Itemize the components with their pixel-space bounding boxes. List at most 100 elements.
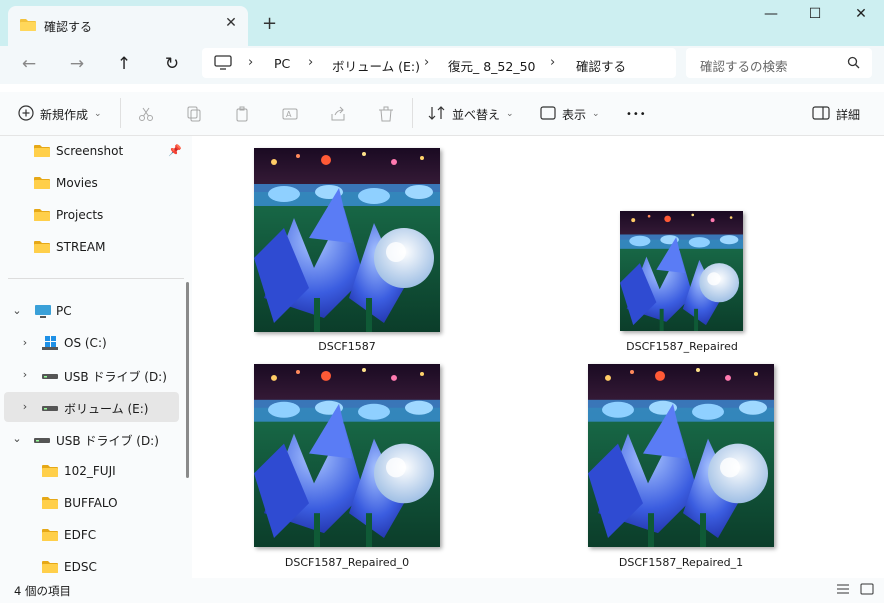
copy-icon[interactable]: [186, 104, 202, 124]
sort-icon: [428, 105, 446, 124]
new-button[interactable]: 新規作成 ⌄: [18, 104, 102, 124]
more-options-icon[interactable]: •••: [626, 104, 647, 124]
close-window-button[interactable]: ✕: [846, 6, 876, 26]
view-button-label: 表示: [562, 107, 587, 122]
up-arrow-icon[interactable]: ↑: [113, 54, 135, 76]
file-name: DSCF1587_Repaired_0: [284, 556, 410, 569]
sidebar-item-usb-d[interactable]: › USB ドライブ (D:): [4, 360, 179, 390]
navigation-bar: ← → ↑ ↻ › PC › ボリューム (E:) › 復元_ 8_52_50 …: [0, 46, 884, 84]
windows-drive-icon: [42, 336, 58, 353]
folder-icon: [20, 18, 36, 35]
rename-icon[interactable]: A: [282, 104, 298, 124]
tab-title: 確認する: [44, 20, 93, 34]
sidebar-item-edsc[interactable]: EDSC: [4, 552, 179, 578]
sidebar-item-buffalo[interactable]: BUFFALO: [4, 488, 179, 518]
breadcrumb-current[interactable]: 確認する: [576, 56, 626, 75]
folder-icon: [34, 176, 50, 193]
drive-icon: [42, 370, 58, 384]
sidebar-item-label: STREAM: [56, 240, 106, 254]
sidebar-item-stream[interactable]: STREAM: [4, 232, 179, 262]
tab-current-folder[interactable]: 確認する ✕: [8, 6, 248, 46]
large-icons-view-icon[interactable]: [860, 583, 876, 597]
status-bar: 4 個の項目: [0, 578, 884, 603]
sidebar-item-pc[interactable]: ⌄ PC: [4, 296, 179, 326]
details-pane-button[interactable]: 詳細: [812, 104, 860, 124]
breadcrumb-restore-folder[interactable]: 復元_ 8_52_50: [448, 56, 536, 75]
item-count: 4 個の項目: [14, 584, 71, 598]
back-arrow-icon[interactable]: ←: [18, 54, 40, 76]
chevron-right-icon[interactable]: ›: [18, 368, 32, 381]
close-tab-icon[interactable]: ✕: [222, 15, 240, 31]
details-view-icon[interactable]: [836, 583, 852, 597]
breadcrumb-separator[interactable]: ›: [308, 55, 313, 70]
search-icon: [847, 56, 860, 72]
file-name: DSCF1587_Repaired: [626, 340, 738, 353]
image-thumbnail: [620, 211, 743, 331]
sidebar-item-label: EDSC: [64, 560, 97, 574]
breadcrumb-separator: ›: [248, 55, 254, 70]
sidebar-scrollbar[interactable]: [186, 282, 189, 478]
chevron-down-icon: ⌄: [506, 109, 514, 119]
chevron-down-icon[interactable]: ⌄: [10, 304, 24, 317]
sidebar-item-label: Projects: [56, 208, 104, 222]
share-icon[interactable]: [330, 104, 346, 124]
sidebar-item-usb-d-expanded[interactable]: ⌄ USB ドライブ (D:): [4, 424, 179, 454]
chevron-right-icon[interactable]: ›: [18, 336, 32, 349]
sidebar-item-label: PC: [56, 304, 72, 318]
breadcrumb-pc[interactable]: PC: [274, 56, 290, 71]
breadcrumb-volume-e[interactable]: ボリューム (E:): [332, 56, 420, 75]
toolbar-divider: [412, 98, 413, 128]
folder-icon: [42, 560, 58, 577]
image-thumbnail: [588, 364, 774, 547]
sidebar-item-102-fuji[interactable]: 102_FUJI: [4, 456, 179, 486]
refresh-icon[interactable]: ↻: [161, 54, 183, 76]
file-list: DSCF1587 DSCF1587_Repaired DSCF1587_Repa…: [196, 136, 884, 578]
sidebar-item-os-c[interactable]: › OS (C:): [4, 328, 179, 358]
cut-icon[interactable]: [138, 104, 154, 124]
sidebar-item-edfc[interactable]: EDFC: [4, 520, 179, 550]
chevron-right-icon[interactable]: ›: [18, 400, 32, 413]
file-name: DSCF1587: [318, 340, 376, 353]
sidebar-item-label: BUFFALO: [64, 496, 118, 510]
delete-icon[interactable]: [378, 104, 394, 124]
plus-circle-icon: [18, 104, 34, 124]
pin-icon: 📌: [168, 144, 182, 157]
file-name: DSCF1587_Repaired_1: [618, 556, 744, 569]
folder-icon: [42, 496, 58, 513]
new-tab-button[interactable]: +: [262, 13, 277, 34]
sidebar-item-projects[interactable]: Projects: [4, 200, 179, 230]
toolbar-divider: [120, 98, 121, 128]
svg-text:A: A: [286, 110, 292, 119]
drive-icon: [42, 402, 58, 416]
sidebar-item-movies[interactable]: Movies: [4, 168, 179, 198]
image-thumbnail: [254, 148, 440, 332]
monitor-icon: [34, 304, 52, 322]
command-bar: 新規作成 ⌄ A 並べ替え ⌄ 表示 ⌄ ••• 詳細: [0, 92, 884, 136]
view-icon: [540, 105, 556, 124]
breadcrumb-separator[interactable]: ›: [424, 55, 429, 70]
navigation-pane: Screenshot 📌 Movies Projects STREAM ⌄ PC…: [0, 136, 192, 578]
sidebar-divider: [8, 278, 184, 279]
drive-icon: [34, 434, 50, 448]
forward-arrow-icon[interactable]: →: [66, 54, 88, 76]
sidebar-item-volume-e[interactable]: › ボリューム (E:): [4, 392, 179, 422]
title-bar: 確認する ✕ + — ☐ ✕: [0, 0, 884, 46]
search-box[interactable]: 確認するの検索: [686, 48, 872, 78]
chevron-down-icon: ⌄: [94, 109, 102, 119]
sort-button[interactable]: 並べ替え ⌄: [428, 104, 514, 124]
sidebar-item-screenshot[interactable]: Screenshot 📌: [4, 136, 182, 166]
details-pane-label: 詳細: [836, 107, 861, 122]
sort-button-label: 並べ替え: [452, 107, 501, 122]
view-button[interactable]: 表示 ⌄: [540, 104, 600, 124]
folder-icon: [42, 464, 58, 481]
folder-icon: [42, 528, 58, 545]
sidebar-item-label: USB ドライブ (D:): [64, 370, 167, 384]
maximize-button[interactable]: ☐: [800, 6, 830, 26]
folder-icon: [34, 208, 50, 225]
paste-icon[interactable]: [234, 104, 250, 124]
breadcrumb-separator[interactable]: ›: [550, 55, 555, 70]
chevron-down-icon[interactable]: ⌄: [10, 432, 24, 445]
minimize-button[interactable]: —: [756, 6, 786, 26]
address-bar[interactable]: › PC › ボリューム (E:) › 復元_ 8_52_50 › 確認する: [202, 48, 676, 78]
search-placeholder: 確認するの検索: [700, 59, 788, 74]
